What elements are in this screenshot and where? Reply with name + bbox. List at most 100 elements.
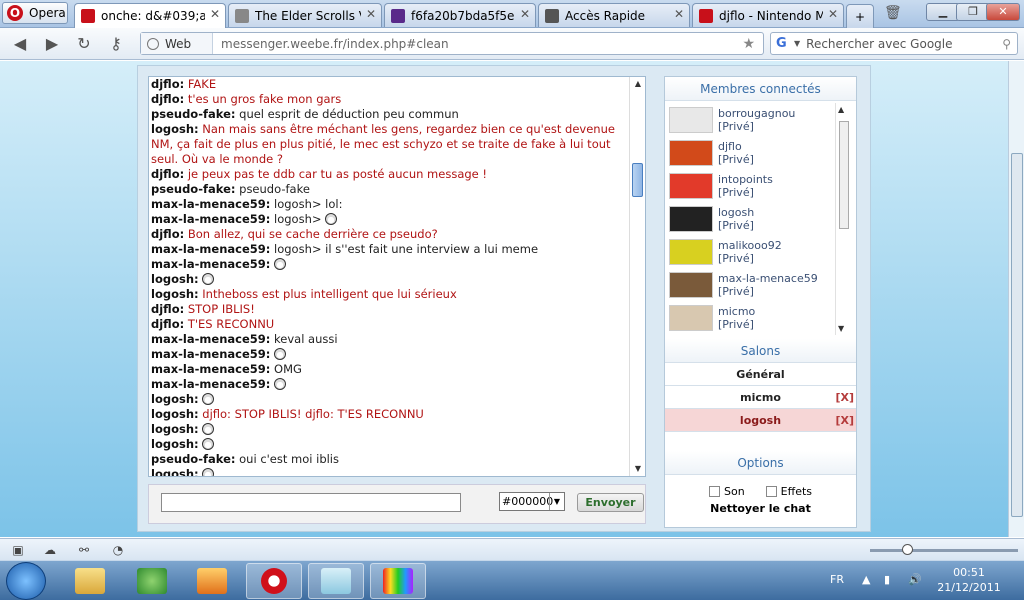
opera-taskbar-button[interactable] [246, 563, 302, 599]
zoom-slider[interactable] [870, 544, 1018, 555]
message-nick[interactable]: logosh: [151, 122, 199, 136]
tab-4[interactable]: djflo - Nintendo M... ✕ [692, 3, 844, 27]
member-item[interactable]: malikooo92 [Privé] [667, 235, 851, 268]
key-icon[interactable]: ⚷ [106, 34, 126, 54]
member-item[interactable]: djflo [Privé] [667, 136, 851, 169]
volume-icon[interactable]: 🔊 [908, 573, 922, 586]
cloud-icon[interactable]: ☁ [42, 542, 58, 558]
reload-icon[interactable]: ↻ [74, 34, 94, 54]
message-nick[interactable]: max-la-menace59: [151, 197, 270, 211]
message-nick[interactable]: pseudo-fake: [151, 452, 235, 466]
private-link[interactable]: [Privé] [718, 318, 755, 331]
back-icon[interactable]: ◀ [10, 34, 30, 54]
member-item[interactable]: logosh [Privé] [667, 202, 851, 235]
tab-1[interactable]: The Elder Scrolls V:... ✕ [228, 3, 382, 27]
salon-item[interactable]: micmo [X] [665, 386, 856, 409]
chevron-down-icon[interactable]: ▼ [794, 39, 800, 48]
message-nick[interactable]: max-la-menace59: [151, 377, 270, 391]
opera-menu-button[interactable]: O Opera [2, 2, 68, 24]
new-tab-button[interactable]: + [846, 4, 874, 28]
url-field[interactable]: Web messenger.weebe.fr/index.php#clean ★ [140, 32, 764, 55]
private-link[interactable]: [Privé] [718, 153, 754, 166]
message-nick[interactable]: djflo: [151, 92, 184, 106]
message-input[interactable] [161, 493, 461, 512]
scroll-up-icon[interactable]: ▲ [838, 105, 844, 114]
paint-taskbar-button[interactable] [370, 563, 426, 599]
tab-0[interactable]: onche: d&#039;abo... ✕ [74, 3, 226, 28]
message-nick[interactable]: max-la-menace59: [151, 332, 270, 346]
scroll-thumb[interactable] [632, 163, 643, 197]
minimize-button[interactable]: ▁ [926, 3, 960, 21]
private-link[interactable]: [Privé] [718, 186, 773, 199]
message-nick[interactable]: max-la-menace59: [151, 362, 270, 376]
message-nick[interactable]: max-la-menace59: [151, 242, 270, 256]
salon-close-button[interactable]: [X] [835, 386, 854, 409]
close-tab-icon[interactable]: ✕ [520, 7, 530, 21]
turbo-icon[interactable]: ◔ [110, 542, 126, 558]
trash-icon[interactable]: 🗑 [884, 5, 904, 23]
message-nick[interactable]: logosh: [151, 467, 199, 476]
member-name[interactable]: djflo [718, 140, 754, 153]
son-checkbox[interactable] [708, 486, 720, 497]
site-badge[interactable]: Web [141, 33, 213, 54]
close-tab-icon[interactable]: ✕ [828, 7, 838, 21]
scroll-down-icon[interactable]: ▼ [630, 462, 645, 476]
scroll-thumb[interactable] [839, 121, 849, 229]
message-nick[interactable]: djflo: [151, 77, 184, 91]
message-nick[interactable]: djflo: [151, 167, 184, 181]
tab-2[interactable]: f6fa20b7bda5f5e23... ✕ [384, 3, 536, 27]
page-scroll-thumb[interactable] [1011, 153, 1023, 517]
clock[interactable]: 00:51 21/12/2011 [934, 565, 1004, 595]
network-icon[interactable]: ▮ [884, 573, 890, 586]
scroll-down-icon[interactable]: ▼ [838, 324, 844, 333]
zoom-knob[interactable] [902, 544, 913, 555]
star-icon[interactable]: ★ [742, 36, 755, 52]
close-tab-icon[interactable]: ✕ [210, 7, 220, 21]
member-item[interactable]: intopoints [Privé] [667, 169, 851, 202]
tray-arrow-icon[interactable]: ▲ [862, 573, 870, 586]
close-window-button[interactable]: ✕ [986, 3, 1020, 21]
message-nick[interactable]: djflo: [151, 302, 184, 316]
panel-toggle-icon[interactable]: ▣ [10, 542, 26, 558]
media-taskbar-button[interactable] [184, 563, 240, 599]
member-name[interactable]: micmo [718, 305, 755, 318]
maximize-button[interactable]: ❐ [956, 3, 990, 21]
message-nick[interactable]: logosh: [151, 437, 199, 451]
member-item[interactable]: micmo [Privé] [667, 301, 851, 334]
page-scrollbar[interactable] [1008, 61, 1024, 537]
send-button[interactable]: Envoyer [577, 493, 644, 512]
message-nick[interactable]: max-la-menace59: [151, 212, 270, 226]
search-field[interactable]: G ▼ Rechercher avec Google ⚲ [770, 32, 1018, 55]
private-link[interactable]: [Privé] [718, 252, 782, 265]
close-tab-icon[interactable]: ✕ [674, 7, 684, 21]
private-link[interactable]: [Privé] [718, 120, 795, 133]
member-item[interactable]: borrougagnou [Privé] [667, 103, 851, 136]
tab-3[interactable]: Accès Rapide ✕ [538, 3, 690, 27]
message-nick[interactable]: pseudo-fake: [151, 107, 235, 121]
notepad-taskbar-button[interactable] [308, 563, 364, 599]
effets-checkbox[interactable] [765, 486, 777, 497]
explorer-taskbar-button[interactable] [62, 563, 118, 599]
forward-icon[interactable]: ▶ [42, 34, 62, 54]
chevron-down-icon[interactable]: ▼ [549, 493, 564, 510]
message-nick[interactable]: logosh: [151, 272, 199, 286]
message-nick[interactable]: max-la-menace59: [151, 347, 270, 361]
private-link[interactable]: [Privé] [718, 285, 818, 298]
message-nick[interactable]: logosh: [151, 422, 199, 436]
salon-item[interactable]: logosh [X] [665, 409, 856, 432]
url-text[interactable]: messenger.weebe.fr/index.php#clean [213, 37, 449, 51]
scroll-up-icon[interactable]: ▲ [630, 77, 645, 91]
chat-scrollbar[interactable]: ▲ ▼ [629, 77, 645, 476]
clear-chat-link[interactable]: Nettoyer le chat [665, 502, 856, 515]
message-nick[interactable]: logosh: [151, 407, 199, 421]
color-select[interactable]: #000000 ▼ [499, 492, 565, 511]
salon-item[interactable]: Général [665, 363, 856, 386]
start-button[interactable] [6, 562, 46, 600]
salon-close-button[interactable]: [X] [835, 409, 854, 432]
search-icon[interactable]: ⚲ [1002, 37, 1011, 51]
message-nick[interactable]: max-la-menace59: [151, 257, 270, 271]
member-name[interactable]: intopoints [718, 173, 773, 186]
share-icon[interactable]: ⚯ [76, 542, 92, 558]
member-name[interactable]: max-la-menace59 [718, 272, 818, 285]
message-nick[interactable]: djflo: [151, 227, 184, 241]
